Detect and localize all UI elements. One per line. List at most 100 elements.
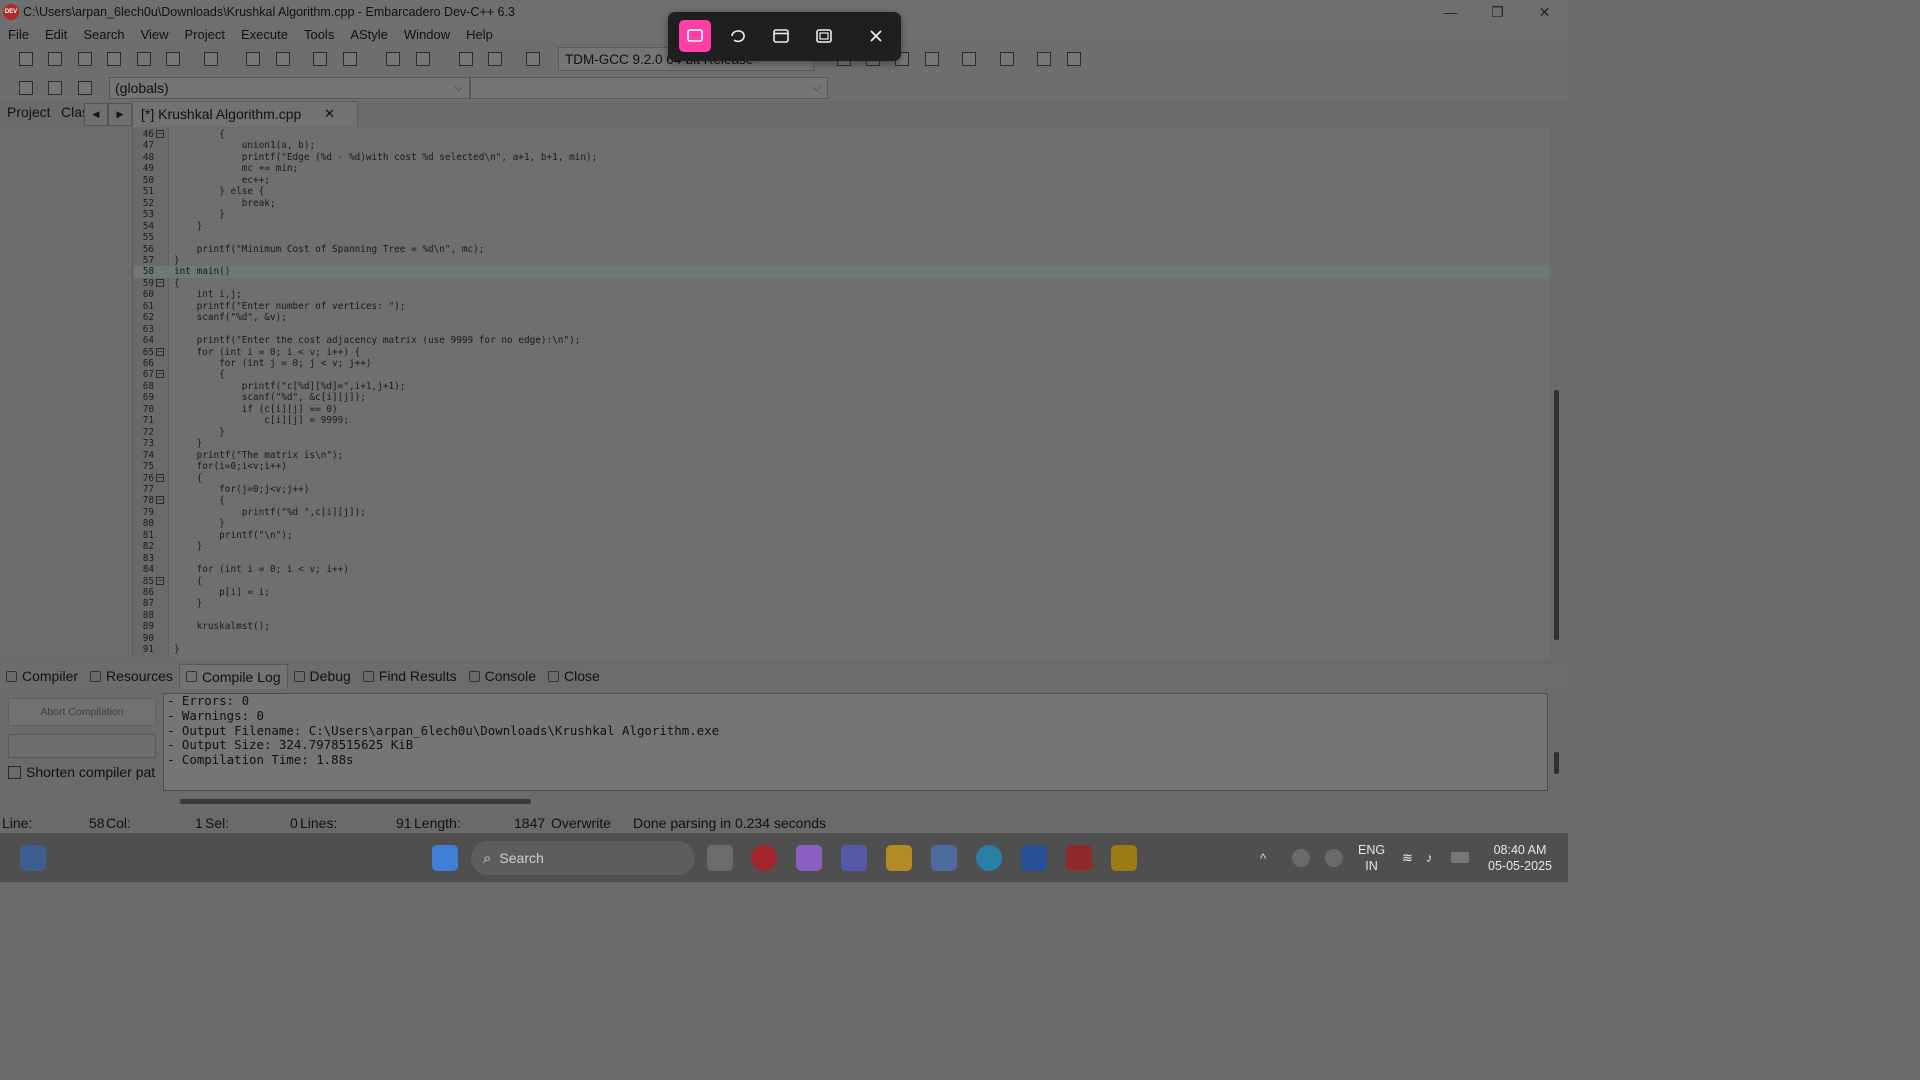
code-line[interactable]: 59− { — [134, 278, 1550, 289]
code-line[interactable]: 69 scanf("%d", &c[i][j]); — [134, 392, 1550, 403]
code-line[interactable]: 47 union1(a, b); — [134, 140, 1550, 151]
print-icon[interactable] — [204, 52, 218, 66]
taskbar-search-input[interactable]: ⌕ Search — [471, 841, 695, 875]
wifi-icon[interactable]: ≋ — [1402, 850, 1420, 866]
code-line[interactable]: 58 int main() — [134, 266, 1550, 278]
rectangle-snip-icon[interactable] — [679, 20, 711, 52]
editor-scroll-thumb[interactable] — [1554, 390, 1559, 640]
tab-console[interactable]: Console — [463, 664, 542, 688]
rebuild-all-icon[interactable] — [925, 52, 939, 66]
code-line[interactable]: 52 break; — [134, 198, 1550, 209]
delete-profile-icon[interactable] — [1067, 52, 1081, 66]
code-line[interactable]: 80 } — [134, 518, 1550, 529]
onedrive-icon[interactable] — [1292, 849, 1310, 867]
redo-icon[interactable] — [416, 52, 430, 66]
code-line[interactable]: 90 — [134, 633, 1550, 644]
code-line[interactable]: 50 ec++; — [134, 175, 1550, 186]
editor-vertical-scrollbar[interactable] — [1550, 128, 1568, 658]
code-line[interactable]: 63 — [134, 324, 1550, 335]
code-line[interactable]: 81 printf("\n"); — [134, 530, 1550, 541]
close-icon[interactable] — [860, 20, 892, 52]
scope-combo[interactable]: (globals) ⌵ — [109, 77, 470, 99]
edge-browser-icon[interactable] — [976, 845, 1002, 871]
open-file-icon[interactable] — [48, 52, 62, 66]
code-line[interactable]: 74 printf("The matrix is\n"); — [134, 450, 1550, 461]
code-line[interactable]: 60 int i,j; — [134, 289, 1550, 300]
code-line[interactable]: 87 } — [134, 598, 1550, 609]
sync-icon[interactable] — [1325, 849, 1343, 867]
code-line[interactable]: 61 printf("Enter number of vertices: "); — [134, 301, 1550, 312]
function-combo[interactable]: ⌵ — [470, 77, 828, 99]
menu-search[interactable]: Search — [75, 27, 132, 42]
tab-project[interactable]: Project — [7, 104, 51, 120]
close-window-button[interactable]: ✕ — [1521, 0, 1568, 24]
code-line[interactable]: 91} — [134, 644, 1550, 655]
menu-window[interactable]: Window — [396, 27, 458, 42]
bookmark-icon[interactable] — [343, 52, 357, 66]
opera-browser-icon[interactable] — [751, 845, 777, 871]
fold-toggle-icon[interactable]: − — [156, 473, 164, 482]
code-line[interactable]: 46− { — [134, 129, 1550, 140]
menu-edit[interactable]: Edit — [37, 27, 75, 42]
code-line[interactable]: 84 for (int i = 0; i < v; i++) — [134, 564, 1550, 575]
arrow-right-icon[interactable]: ▶ — [108, 103, 132, 126]
tab-resources[interactable]: Resources — [84, 664, 179, 688]
close-tab-icon[interactable]: ✕ — [324, 102, 335, 126]
code-line[interactable]: 76− { — [134, 473, 1550, 484]
new-file-icon[interactable] — [19, 52, 33, 66]
code-line[interactable]: 62 scanf("%d", &v); — [134, 312, 1550, 323]
stop-execution-icon[interactable] — [1000, 52, 1014, 66]
profile-chart-icon[interactable] — [1037, 52, 1051, 66]
menu-help[interactable]: Help — [458, 27, 501, 42]
insert-icon[interactable] — [19, 81, 33, 95]
fold-toggle-icon[interactable]: − — [156, 370, 164, 379]
fold-toggle-icon[interactable]: − — [156, 576, 164, 585]
unindent-icon[interactable] — [488, 52, 502, 66]
code-line[interactable]: 53 } — [134, 209, 1550, 220]
clock[interactable]: 08:40 AM 05-05-2025 — [1482, 842, 1558, 874]
code-line[interactable]: 70 if (c[i][j] == 0) — [134, 404, 1550, 415]
menu-project[interactable]: Project — [177, 27, 233, 42]
code-line[interactable]: 85− { — [134, 576, 1550, 587]
menu-execute[interactable]: Execute — [233, 27, 296, 42]
task-view-icon[interactable] — [707, 845, 733, 871]
freeform-snip-icon[interactable] — [722, 20, 754, 52]
battery-icon[interactable] — [1451, 852, 1469, 863]
code-line[interactable]: 57} — [134, 255, 1550, 266]
menu-tools[interactable]: Tools — [296, 27, 342, 42]
chevron-up-icon[interactable]: ^ — [1260, 851, 1274, 866]
code-line[interactable]: 49 mc += min; — [134, 163, 1550, 174]
teams-icon[interactable] — [841, 845, 867, 871]
code-line[interactable]: 78− { — [134, 495, 1550, 506]
code-line[interactable]: 72 } — [134, 427, 1550, 438]
compile-log-output[interactable]: - Errors: 0 - Warnings: 0 - Output Filen… — [163, 693, 1548, 791]
windows-start-icon[interactable] — [432, 845, 458, 871]
code-line[interactable]: 75 for(i=0;i<v;i++) — [134, 461, 1550, 472]
close-file-icon[interactable] — [137, 52, 151, 66]
fullscreen-snip-icon[interactable] — [808, 20, 840, 52]
save-all-icon[interactable] — [107, 52, 121, 66]
tab-debug[interactable]: Debug — [288, 664, 357, 688]
toggle-comment-icon[interactable] — [526, 52, 540, 66]
code-line[interactable]: 64 printf("Enter the cost adjacency matr… — [134, 335, 1550, 346]
code-line[interactable]: 66 for (int j = 0; j < v; j++) — [134, 358, 1550, 369]
replace-icon[interactable] — [276, 52, 290, 66]
undo-icon[interactable] — [386, 52, 400, 66]
code-line[interactable]: 77 for(j=0;j<v;j++) — [134, 484, 1550, 495]
volume-icon[interactable]: ♪ — [1426, 850, 1442, 866]
code-line[interactable]: 71 c[i][j] = 9999; — [134, 415, 1550, 426]
code-line[interactable]: 83 — [134, 553, 1550, 564]
menu-file[interactable]: File — [0, 27, 37, 42]
checkbox-icon[interactable] — [8, 765, 21, 779]
indent-icon[interactable] — [459, 52, 473, 66]
tab-compiler[interactable]: Compiler — [0, 664, 84, 688]
microsoft-store-icon[interactable] — [931, 845, 957, 871]
menu-view[interactable]: View — [133, 27, 177, 42]
close-all-icon[interactable] — [166, 52, 180, 66]
tab-compile-log[interactable]: Compile Log — [178, 663, 288, 689]
fold-toggle-icon[interactable]: − — [156, 278, 164, 287]
file-explorer-icon[interactable] — [886, 845, 912, 871]
fold-toggle-icon[interactable]: − — [156, 496, 164, 505]
copilot-icon[interactable] — [796, 845, 822, 871]
syntax-check-icon[interactable] — [962, 52, 976, 66]
